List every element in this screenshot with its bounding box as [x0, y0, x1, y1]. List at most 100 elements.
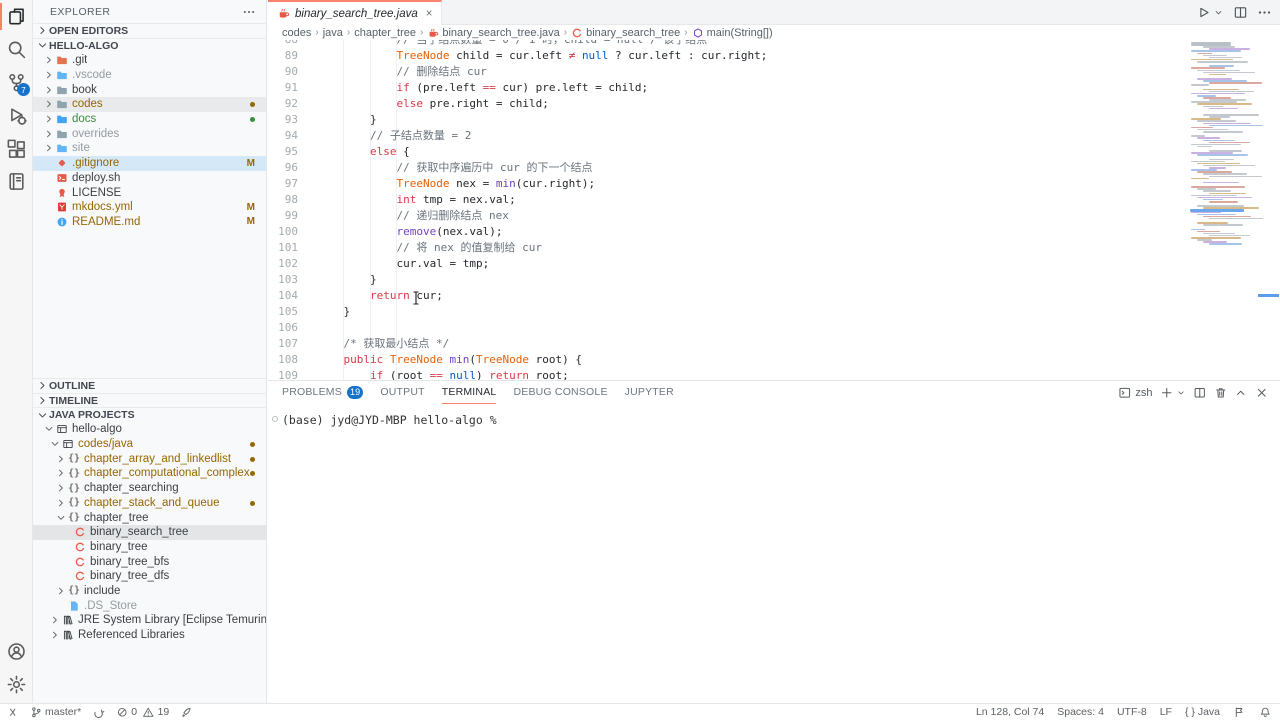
status-eol[interactable]: LF [1160, 706, 1172, 718]
new-terminal-button[interactable] [1160, 386, 1174, 400]
chevron-right-icon[interactable] [49, 629, 61, 641]
code-line-92[interactable]: 92 else pre.right = child; [268, 96, 1280, 112]
section-java-projects[interactable]: JAVA PROJECTS [33, 407, 266, 422]
status-notifications[interactable] [1259, 706, 1272, 719]
code-line-94[interactable]: 94 // 子结点数量 = 2 [268, 128, 1280, 144]
tree-item-binary-search-tree[interactable]: binary_search_tree [33, 525, 266, 540]
chevron-right-icon[interactable] [43, 142, 55, 154]
split-terminal-button[interactable] [1193, 386, 1207, 400]
close-panel-button[interactable] [1255, 386, 1269, 400]
activity-settings-icon[interactable] [0, 668, 33, 701]
tree-item-book[interactable]: book [33, 82, 266, 97]
chevron-down-icon[interactable] [55, 512, 67, 524]
chevron-right-icon[interactable] [43, 54, 55, 66]
status-feedback[interactable] [1233, 706, 1246, 719]
tree-item-chapter-searching[interactable]: {}chapter_searching [33, 481, 266, 496]
breadcrumb-main-string[interactable]: main(String[]) [692, 27, 773, 39]
status-git-branch[interactable]: master* [30, 706, 82, 719]
tree-item-ds-store[interactable]: .DS_Store [33, 598, 266, 613]
breadcrumb-java[interactable]: java [323, 27, 343, 39]
section-timeline[interactable]: TIMELINE [33, 393, 266, 408]
tab-close-icon[interactable]: × [426, 8, 433, 20]
tree-item-git[interactable]: .git [33, 53, 266, 68]
section-outline[interactable]: OUTLINE [33, 378, 266, 393]
activity-extensions-icon[interactable] [0, 132, 33, 165]
maximize-panel-button[interactable] [1234, 386, 1248, 400]
tree-item-site[interactable]: site [33, 141, 266, 156]
tree-item-jre-system-library-eclipse-temurin-17-17[interactable]: JRE System Library [Eclipse Temurin 17 [… [33, 613, 266, 628]
tree-item-chapter-computational-complexity[interactable]: {}chapter_computational_complexity [33, 466, 266, 481]
chevron-right-icon[interactable] [43, 84, 55, 96]
chevron-right-icon[interactable] [55, 482, 67, 494]
chevron-right-icon[interactable] [55, 497, 67, 509]
status-warnings[interactable]: 19 [142, 706, 169, 719]
chevron-right-icon[interactable] [43, 98, 55, 110]
chevron-right-icon[interactable] [49, 614, 61, 626]
tree-item-referenced-libraries[interactable]: Referenced Libraries [33, 628, 266, 643]
status-errors[interactable]: 0 [116, 706, 137, 719]
tree-item-mkdocs-yml[interactable]: mkdocs.ymlM [33, 200, 266, 215]
chevron-down-icon[interactable] [43, 423, 55, 435]
kill-terminal-button[interactable] [1214, 386, 1228, 400]
breadcrumb-binary-search-tree-java[interactable]: binary_search_tree.java [427, 27, 559, 39]
code-line-93[interactable]: 93 } [268, 112, 1280, 128]
project-root-hello-algo[interactable]: HELLO-ALGO [33, 38, 266, 53]
panel-tab-output[interactable]: OUTPUT [380, 381, 424, 404]
split-editor-button[interactable] [1233, 5, 1248, 20]
panel-tab-jupyter[interactable]: JUPYTER [625, 381, 674, 404]
code-line-100[interactable]: 100 remove(nex.val); [268, 224, 1280, 240]
status-java-status[interactable] [180, 706, 193, 719]
chevron-right-icon[interactable] [43, 128, 55, 140]
tree-item-binary-tree-bfs[interactable]: binary_tree_bfs [33, 554, 266, 569]
code-line-103[interactable]: 103 } [268, 272, 1280, 288]
chevron-right-icon[interactable] [55, 585, 67, 597]
activity-source-control-icon[interactable]: 7 [0, 66, 33, 99]
chevron-right-icon[interactable] [55, 453, 67, 465]
tree-item-codes-java[interactable]: codes/java [33, 437, 266, 452]
activity-account-icon[interactable] [0, 635, 33, 668]
code-line-96[interactable]: 96 // 获取中序遍历中 cur 的下一个结点 [268, 160, 1280, 176]
code-line-91[interactable]: 91 if (pre.left == cur) pre.left = child… [268, 80, 1280, 96]
status-encoding[interactable]: UTF-8 [1117, 706, 1147, 718]
tree-item-chapter-stack-and-queue[interactable]: {}chapter_stack_and_queue [33, 496, 266, 511]
code-line-98[interactable]: 98 int tmp = nex.val; [268, 192, 1280, 208]
panel-tab-debug-console[interactable]: DEBUG CONSOLE [513, 381, 607, 404]
panel-tab-problems[interactable]: PROBLEMS19 [282, 381, 363, 404]
code-line-109[interactable]: 109 if (root == null) return root; [268, 368, 1280, 380]
code-line-97[interactable]: 97 TreeNode nex = min(cur.right); [268, 176, 1280, 192]
status-sync[interactable] [92, 706, 105, 719]
chevron-right-icon[interactable] [55, 467, 67, 479]
tree-item-include[interactable]: {}include [33, 584, 266, 599]
tree-item-hello-algo[interactable]: hello-algo [33, 422, 266, 437]
run-button[interactable] [1196, 5, 1211, 20]
tab-binary-search-tree[interactable]: binary_search_tree.java × [268, 0, 442, 25]
minimap[interactable] [1189, 42, 1265, 250]
status-cursor-position[interactable]: Ln 128, Col 74 [976, 706, 1044, 718]
tree-item-overrides[interactable]: overrides [33, 126, 266, 141]
code-line-102[interactable]: 102 cur.val = tmp; [268, 256, 1280, 272]
tree-item-binary-tree-dfs[interactable]: binary_tree_dfs [33, 569, 266, 584]
code-editor[interactable]: 88 // 当子结点数量 = 0 / 1 时，child = null / 该子… [268, 40, 1280, 380]
terminal-dropdown-button[interactable] [1176, 386, 1186, 400]
code-line-88[interactable]: 88 // 当子结点数量 = 0 / 1 时，child = null / 该子… [268, 40, 1280, 48]
code-line-106[interactable]: 106 [268, 320, 1280, 336]
panel-tab-terminal[interactable]: TERMINAL [442, 381, 497, 404]
terminal-view[interactable]: (base) jyd@JYD-MBP hello-algo % [268, 404, 1280, 427]
breadcrumb-codes[interactable]: codes [282, 27, 311, 39]
tree-item-gitignore[interactable]: .gitignoreM [33, 156, 266, 171]
tree-item-readme-md[interactable]: README.mdM [33, 215, 266, 230]
run-dropdown-button[interactable] [1213, 7, 1224, 18]
code-line-107[interactable]: 107 /* 获取最小结点 */ [268, 336, 1280, 352]
activity-search-icon[interactable] [0, 33, 33, 66]
chevron-down-icon[interactable] [49, 438, 61, 450]
code-line-99[interactable]: 99 // 递归删除结点 nex [268, 208, 1280, 224]
code-line-89[interactable]: 89 TreeNode child = cur.left ≠ null ? cu… [268, 48, 1280, 64]
status-indentation[interactable]: Spaces: 4 [1057, 706, 1104, 718]
status-language-mode[interactable]: { } Java [1185, 706, 1220, 718]
code-line-95[interactable]: 95 else { [268, 144, 1280, 160]
code-line-101[interactable]: 101 // 将 nex 的值复制给 cur [268, 240, 1280, 256]
tree-item-chapter-array-and-linkedlist[interactable]: {}chapter_array_and_linkedlist [33, 451, 266, 466]
activity-notebook-icon[interactable] [0, 165, 33, 198]
breadcrumb-binary-search-tree[interactable]: binary_search_tree [571, 27, 680, 39]
breadcrumb-chapter-tree[interactable]: chapter_tree [354, 27, 416, 39]
